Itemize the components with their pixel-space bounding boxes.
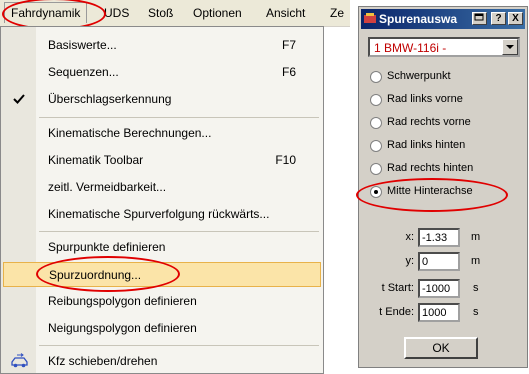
- field-label: t Ende:: [379, 306, 414, 318]
- t-start-input[interactable]: -1000: [418, 279, 460, 298]
- radio-label: Rad rechts vorne: [387, 116, 471, 128]
- chevron-down-icon[interactable]: [502, 39, 518, 55]
- menu-separator: [39, 231, 319, 232]
- vehicle-select-value: 1 BMW-116i -: [374, 41, 447, 55]
- menu-uds[interactable]: UDS: [104, 6, 129, 20]
- menu-item-kinematische-berechnungen[interactable]: Kinematische Berechnungen...: [1, 121, 323, 146]
- help-button[interactable]: ?: [491, 12, 506, 25]
- menu-item-accel: F6: [281, 65, 296, 79]
- menu-bar: Fahrdynamik UDS Stoß Optionen Ansicht Ze: [0, 0, 350, 27]
- menu-item-label: zeitl. Vermeidbarkeit...: [48, 180, 167, 194]
- field-row-t-ende: t Ende: 1000 s: [359, 303, 519, 323]
- menu-separator: [39, 117, 319, 118]
- menu-item-label: Überschlagserkennung: [48, 92, 172, 106]
- menu-item-basiswerte[interactable]: Basiswerte... F7: [1, 33, 323, 58]
- x-input[interactable]: -1.33: [418, 228, 460, 247]
- radio-label: Mitte Hinterachse: [387, 185, 473, 197]
- menu-item-reibungspolygon[interactable]: Reibungspolygon definieren: [1, 289, 323, 314]
- menu-item-label: Spurzuordnung...: [49, 268, 142, 282]
- checkmark-icon: [11, 91, 27, 107]
- menu-item-ueberschlagserkennung[interactable]: Überschlagserkennung: [1, 87, 323, 112]
- field-row-y: y: 0 m: [359, 252, 519, 272]
- radio-label: Rad rechts hinten: [387, 162, 474, 174]
- menu-ze[interactable]: Ze: [330, 6, 344, 20]
- menu-item-label: Kinematik Toolbar: [48, 153, 144, 167]
- radio-rad-rechts-hinten[interactable]: Rad rechts hinten: [370, 160, 520, 178]
- radio-label: Rad links vorne: [387, 93, 463, 105]
- fahrdynamik-dropdown: Basiswerte... F7 Sequenzen... F6 Übersch…: [0, 26, 324, 374]
- menu-item-label: Basiswerte...: [48, 38, 117, 52]
- radio-button-icon[interactable]: [370, 186, 382, 198]
- menu-stoss[interactable]: Stoß: [148, 6, 173, 20]
- menu-separator: [39, 345, 319, 346]
- menu-item-label: Kinematische Berechnungen...: [48, 126, 212, 140]
- menu-item-zeitl-vermeidbarkeit[interactable]: zeitl. Vermeidbarkeit...: [1, 175, 323, 200]
- menu-item-neigungspolygon[interactable]: Neigungspolygon definieren: [1, 316, 323, 341]
- radio-rad-rechts-vorne[interactable]: Rad rechts vorne: [370, 114, 520, 132]
- menu-item-accel: F10: [275, 153, 296, 167]
- window-icon[interactable]: [472, 12, 487, 25]
- menu-item-label: Sequenzen...: [48, 65, 119, 79]
- radio-button-icon[interactable]: [370, 71, 382, 83]
- menu-item-label: Neigungspolygon definieren: [48, 321, 197, 335]
- menu-ansicht[interactable]: Ansicht: [266, 6, 305, 20]
- close-button[interactable]: X: [508, 12, 523, 25]
- radio-button-icon[interactable]: [370, 94, 382, 106]
- menu-item-kinematik-toolbar[interactable]: Kinematik Toolbar F10: [1, 148, 323, 173]
- menu-item-accel: F7: [281, 38, 296, 52]
- menu-item-kfz-schieben-drehen[interactable]: Kfz schieben/drehen: [1, 349, 323, 374]
- menu-optionen[interactable]: Optionen: [193, 6, 242, 20]
- y-input[interactable]: 0: [418, 252, 460, 271]
- menu-item-label: Spurpunkte definieren: [48, 240, 166, 254]
- field-label: x:: [405, 231, 414, 243]
- radio-button-icon[interactable]: [370, 140, 382, 152]
- radio-schwerpunkt[interactable]: Schwerpunkt: [370, 68, 520, 86]
- t-ende-input[interactable]: 1000: [418, 303, 460, 322]
- ok-button[interactable]: OK: [404, 337, 478, 359]
- dialog-title: Spurenauswa: [379, 12, 458, 26]
- menu-item-sequenzen[interactable]: Sequenzen... F6: [1, 60, 323, 85]
- field-unit: m: [471, 231, 481, 243]
- field-label: y:: [405, 255, 414, 267]
- vehicle-select[interactable]: 1 BMW-116i -: [368, 37, 520, 57]
- radio-rad-links-vorne[interactable]: Rad links vorne: [370, 91, 520, 109]
- field-label: t Start:: [381, 282, 414, 294]
- car-move-icon: [11, 353, 28, 369]
- menu-item-label: Reibungspolygon definieren: [48, 294, 197, 308]
- menu-item-spurzuordnung[interactable]: Spurzuordnung...: [3, 262, 321, 287]
- field-unit: s: [473, 306, 479, 318]
- menu-item-spurpunkte-definieren[interactable]: Spurpunkte definieren: [1, 235, 323, 260]
- radio-label: Rad links hinten: [387, 139, 466, 151]
- field-unit: s: [473, 282, 479, 294]
- radio-label: Schwerpunkt: [387, 70, 451, 82]
- radio-rad-links-hinten[interactable]: Rad links hinten: [370, 137, 520, 155]
- radio-mitte-hinterachse[interactable]: Mitte Hinterachse: [370, 183, 520, 201]
- app-icon: [363, 12, 377, 26]
- field-unit: m: [471, 255, 481, 267]
- field-row-x: x: -1.33 m: [359, 228, 519, 248]
- radio-button-icon[interactable]: [370, 117, 382, 129]
- spurenauswahl-dialog: Spurenauswa ? X 1 BMW-116i - Schwerpunkt…: [358, 6, 528, 368]
- menu-item-label: Kinematische Spurverfolgung rückwärts...: [48, 207, 270, 221]
- menu-fahrdynamik[interactable]: Fahrdynamik: [4, 2, 88, 23]
- radio-button-icon[interactable]: [370, 163, 382, 175]
- menu-item-label: Kfz schieben/drehen: [48, 354, 158, 368]
- dialog-titlebar[interactable]: Spurenauswa ? X: [361, 9, 525, 29]
- field-row-t-start: t Start: -1000 s: [359, 279, 519, 299]
- menu-item-spurverfolgung-rueckwaerts[interactable]: Kinematische Spurverfolgung rückwärts...: [1, 202, 323, 227]
